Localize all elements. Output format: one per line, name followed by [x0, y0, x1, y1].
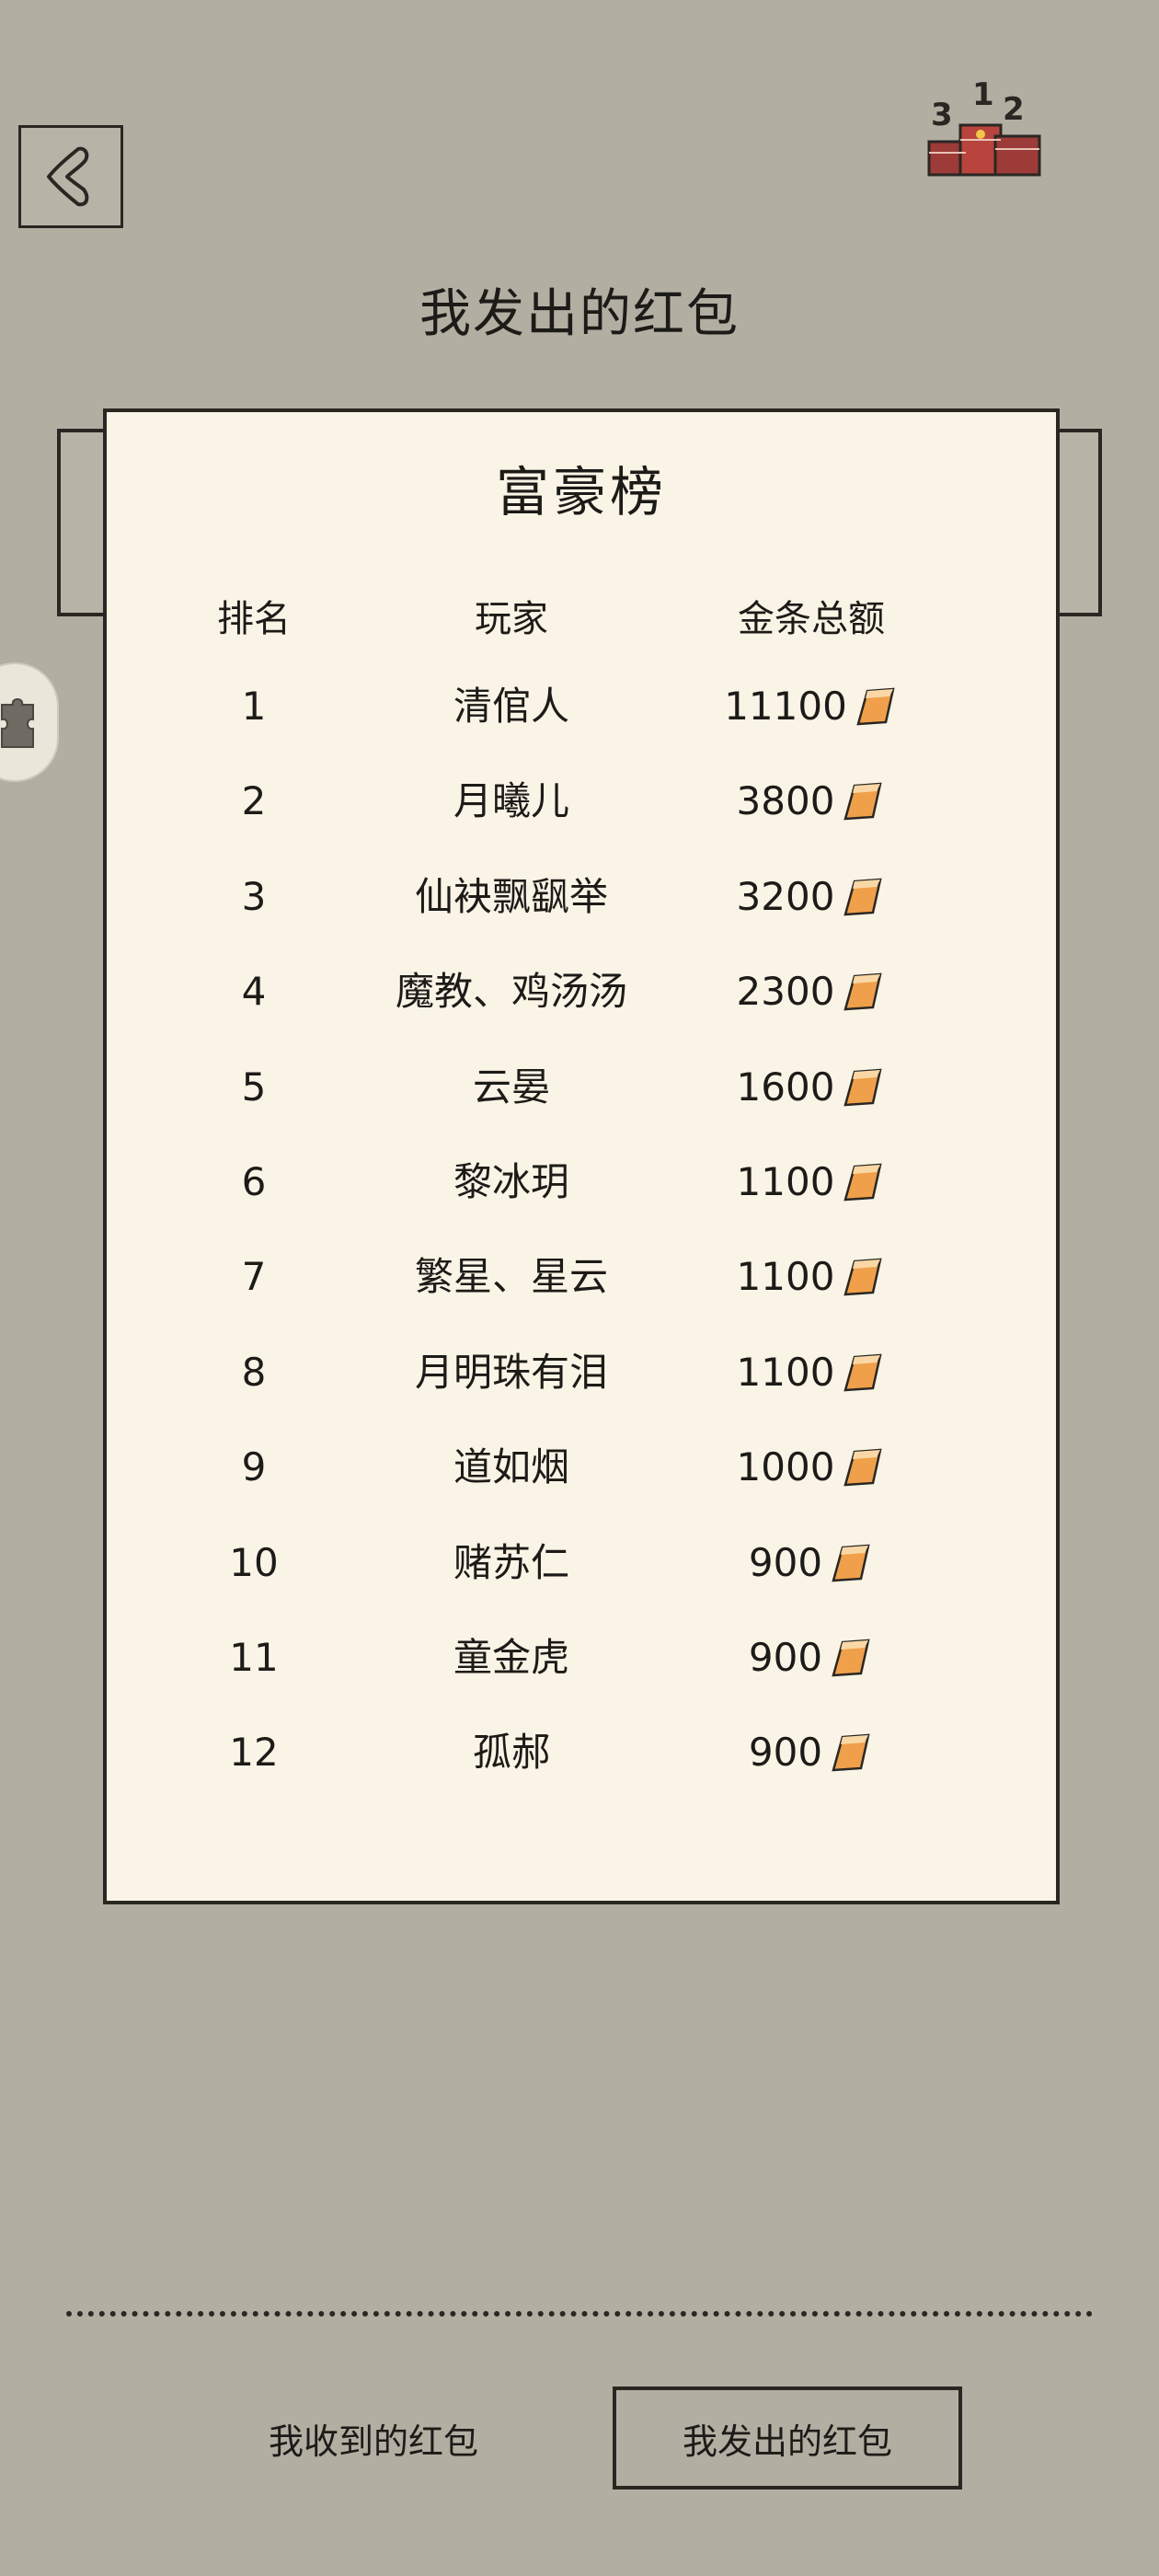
puzzle-icon: [1, 698, 34, 748]
gold-amount: 900: [748, 1634, 823, 1680]
gold-bar-icon: [843, 1258, 883, 1296]
table-row: 4 魔教、鸡汤汤 2300: [107, 966, 1056, 1061]
table-row: 6 黎冰玥 1100: [107, 1156, 1056, 1251]
player-cell: 魔教、鸡汤汤: [395, 969, 627, 1015]
gold-amount: 1100: [736, 1254, 835, 1300]
gold-bar-icon: [843, 1448, 883, 1487]
gold-cell: 11100: [692, 681, 931, 732]
gold-bar-icon: [856, 687, 895, 726]
gold-bar-icon: [832, 1733, 870, 1772]
player-cell: 仙袂飘飖举: [414, 873, 608, 919]
player-cell: 繁星、星云: [414, 1254, 608, 1300]
rank-cell: 4: [241, 969, 267, 1015]
table-row: 12 孤郝 900: [107, 1727, 1056, 1822]
table-row: 5 云晏 1600: [107, 1062, 1056, 1156]
gold-cell: 900: [692, 1727, 931, 1778]
player-cell: 月明珠有泪: [414, 1349, 608, 1395]
leaderboard-board: 富豪榜 排名 玩家 金条总额 1 清倌人 11100 2 月曦儿 3800 3 …: [103, 408, 1060, 1904]
leaderboard-rows: 1 清倌人 11100 2 月曦儿 3800 3 仙袂飘飖举 3200 4 魔教…: [107, 681, 1056, 1823]
side-handle[interactable]: [0, 664, 57, 780]
rank-cell: 7: [241, 1254, 267, 1300]
gold-cell: 900: [692, 1632, 931, 1684]
gold-bar-icon: [832, 1639, 870, 1677]
gold-bar-icon: [832, 1544, 870, 1581]
rank-cell: 3: [241, 873, 267, 919]
gold-cell: 1100: [692, 1156, 931, 1208]
gold-bar-icon: [843, 1353, 883, 1392]
header-rank: 排名: [217, 598, 291, 640]
gold-bar-icon: [843, 783, 883, 821]
gold-cell: 3800: [692, 776, 931, 827]
rank-cell: 2: [241, 778, 267, 824]
gold-cell: 1000: [692, 1442, 931, 1493]
gold-amount: 1600: [736, 1064, 835, 1110]
rank-cell: 11: [229, 1634, 279, 1680]
table-row: 9 道如烟 1000: [107, 1442, 1056, 1536]
gold-bar-icon: [843, 1163, 883, 1202]
table-row: 3 仙袂飘飖举 3200: [107, 871, 1056, 966]
player-cell: 黎冰玥: [453, 1158, 569, 1204]
rank-cell: 1: [241, 684, 267, 729]
gold-amount: 900: [748, 1539, 823, 1585]
rank-cell: 6: [241, 1158, 267, 1204]
gold-cell: 1100: [692, 1347, 931, 1398]
player-cell: 童金虎: [453, 1634, 569, 1680]
dotted-divider: [66, 2311, 1093, 2317]
svg-text:3: 3: [931, 97, 953, 133]
tab-sent-envelopes[interactable]: 我发出的红包: [613, 2386, 962, 2490]
gold-bar-icon: [843, 878, 883, 916]
player-cell: 清倌人: [453, 684, 569, 729]
table-row: 1 清倌人 11100: [107, 681, 1056, 776]
leaderboard-title: 富豪榜: [495, 461, 667, 523]
table-row: 2 月曦儿 3800: [107, 776, 1056, 870]
gold-cell: 2300: [692, 966, 931, 1018]
gold-amount: 1100: [736, 1349, 835, 1395]
rank-cell: 12: [229, 1730, 279, 1776]
svg-text:1: 1: [972, 76, 994, 113]
player-cell: 云晏: [472, 1064, 550, 1110]
gold-bar-icon: [843, 1068, 883, 1106]
gold-amount: 11100: [724, 684, 847, 729]
svg-text:2: 2: [1003, 91, 1025, 128]
back-arrow-icon: [47, 146, 89, 207]
player-cell: 月曦儿: [453, 778, 569, 824]
header-player: 玩家: [475, 598, 548, 640]
table-row: 10 赌苏仁 900: [107, 1537, 1056, 1632]
page-title: 我发出的红包: [419, 284, 740, 344]
header-gold-total: 金条总额: [738, 598, 885, 640]
gold-amount: 3200: [736, 873, 835, 919]
back-button[interactable]: [18, 125, 123, 228]
rank-cell: 5: [241, 1064, 267, 1110]
rank-cell: 9: [241, 1444, 267, 1490]
player-cell: 道如烟: [453, 1444, 569, 1490]
gold-amount: 1100: [736, 1158, 835, 1204]
rank-cell: 8: [241, 1349, 267, 1395]
tab-received-envelopes[interactable]: 我收到的红包: [199, 2386, 548, 2490]
red-envelope-podium-icon[interactable]: 3 1 2: [922, 72, 1050, 182]
gold-cell: 1600: [692, 1062, 931, 1113]
table-row: 7 繁星、星云 1100: [107, 1251, 1056, 1346]
player-cell: 赌苏仁: [453, 1539, 569, 1585]
table-row: 8 月明珠有泪 1100: [107, 1347, 1056, 1442]
gold-cell: 900: [692, 1537, 931, 1589]
gold-cell: 1100: [692, 1251, 931, 1303]
table-row: 11 童金虎 900: [107, 1632, 1056, 1727]
player-cell: 孤郝: [472, 1730, 550, 1776]
rank-cell: 10: [229, 1539, 279, 1585]
gold-amount: 1000: [736, 1444, 835, 1490]
gold-cell: 3200: [692, 871, 931, 923]
gold-amount: 900: [748, 1730, 823, 1776]
gold-amount: 2300: [736, 969, 835, 1015]
gold-bar-icon: [843, 972, 883, 1011]
gold-amount: 3800: [736, 778, 835, 824]
